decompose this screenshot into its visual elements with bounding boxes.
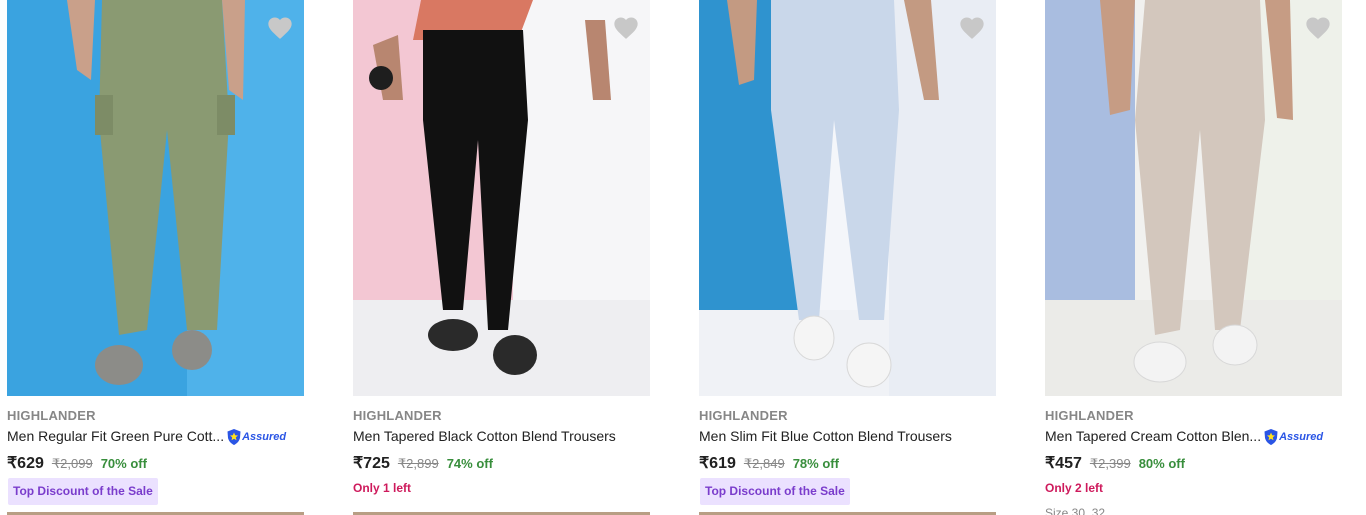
product-title-row[interactable]: Men Slim Fit Blue Cotton Blend Trousers: [699, 428, 952, 444]
assured-badge: Assured: [227, 429, 287, 446]
size-options: Size 30, 32: [1045, 506, 1106, 515]
original-price: ₹2,899: [397, 456, 439, 471]
selling-price: ₹629: [7, 455, 44, 472]
heart-icon[interactable]: [266, 14, 294, 42]
product-card[interactable]: HIGHLANDER Men Slim Fit Blue Cotton Blen…: [699, 0, 996, 515]
product-title-row[interactable]: Men Tapered Black Cotton Blend Trousers: [353, 428, 616, 444]
price-row: ₹457 ₹2,399 80% off: [1045, 453, 1185, 473]
assured-shield-icon: [1264, 429, 1278, 446]
product-title-row[interactable]: Men Tapered Cream Cotton Blen... Assured: [1045, 428, 1324, 446]
product-image[interactable]: [1045, 0, 1342, 396]
stock-warning: Only 2 left: [1045, 481, 1104, 495]
assured-label: Assured: [242, 431, 287, 444]
original-price: ₹2,399: [1089, 456, 1131, 471]
product-card[interactable]: HIGHLANDER Men Tapered Cream Cotton Blen…: [1045, 0, 1342, 515]
heart-icon[interactable]: [1304, 14, 1332, 42]
product-title[interactable]: Men Slim Fit Blue Cotton Blend Trousers: [699, 428, 952, 444]
product-card[interactable]: HIGHLANDER Men Regular Fit Green Pure Co…: [7, 0, 304, 515]
price-row: ₹629 ₹2,099 70% off: [7, 453, 147, 473]
product-title-row[interactable]: Men Regular Fit Green Pure Cott... Assur…: [7, 428, 287, 446]
price-row: ₹725 ₹2,899 74% off: [353, 453, 493, 473]
selling-price: ₹619: [699, 455, 736, 472]
discount-percent: 74% off: [446, 456, 493, 471]
stock-warning: Only 1 left: [353, 481, 412, 495]
product-card[interactable]: HIGHLANDER Men Tapered Black Cotton Blen…: [353, 0, 650, 515]
product-brand: HIGHLANDER: [7, 408, 96, 423]
product-title[interactable]: Men Tapered Black Cotton Blend Trousers: [353, 428, 616, 444]
product-image[interactable]: [353, 0, 650, 396]
price-row: ₹619 ₹2,849 78% off: [699, 453, 839, 473]
assured-label: Assured: [1279, 431, 1324, 444]
offer-tag: Top Discount of the Sale: [8, 478, 158, 505]
offer-tag: Top Discount of the Sale: [700, 478, 850, 505]
discount-percent: 70% off: [100, 456, 147, 471]
discount-percent: 80% off: [1138, 456, 1185, 471]
selling-price: ₹725: [353, 455, 390, 472]
selling-price: ₹457: [1045, 455, 1082, 472]
product-brand: HIGHLANDER: [1045, 408, 1134, 423]
product-brand: HIGHLANDER: [353, 408, 442, 423]
heart-icon[interactable]: [958, 14, 986, 42]
product-brand: HIGHLANDER: [699, 408, 788, 423]
product-image[interactable]: [699, 0, 996, 396]
discount-percent: 78% off: [792, 456, 839, 471]
product-title[interactable]: Men Regular Fit Green Pure Cott...: [7, 428, 224, 444]
assured-badge: Assured: [1264, 429, 1324, 446]
original-price: ₹2,099: [51, 456, 93, 471]
product-title[interactable]: Men Tapered Cream Cotton Blen...: [1045, 428, 1261, 444]
heart-icon[interactable]: [612, 14, 640, 42]
original-price: ₹2,849: [743, 456, 785, 471]
product-image[interactable]: [7, 0, 304, 396]
assured-shield-icon: [227, 429, 241, 446]
